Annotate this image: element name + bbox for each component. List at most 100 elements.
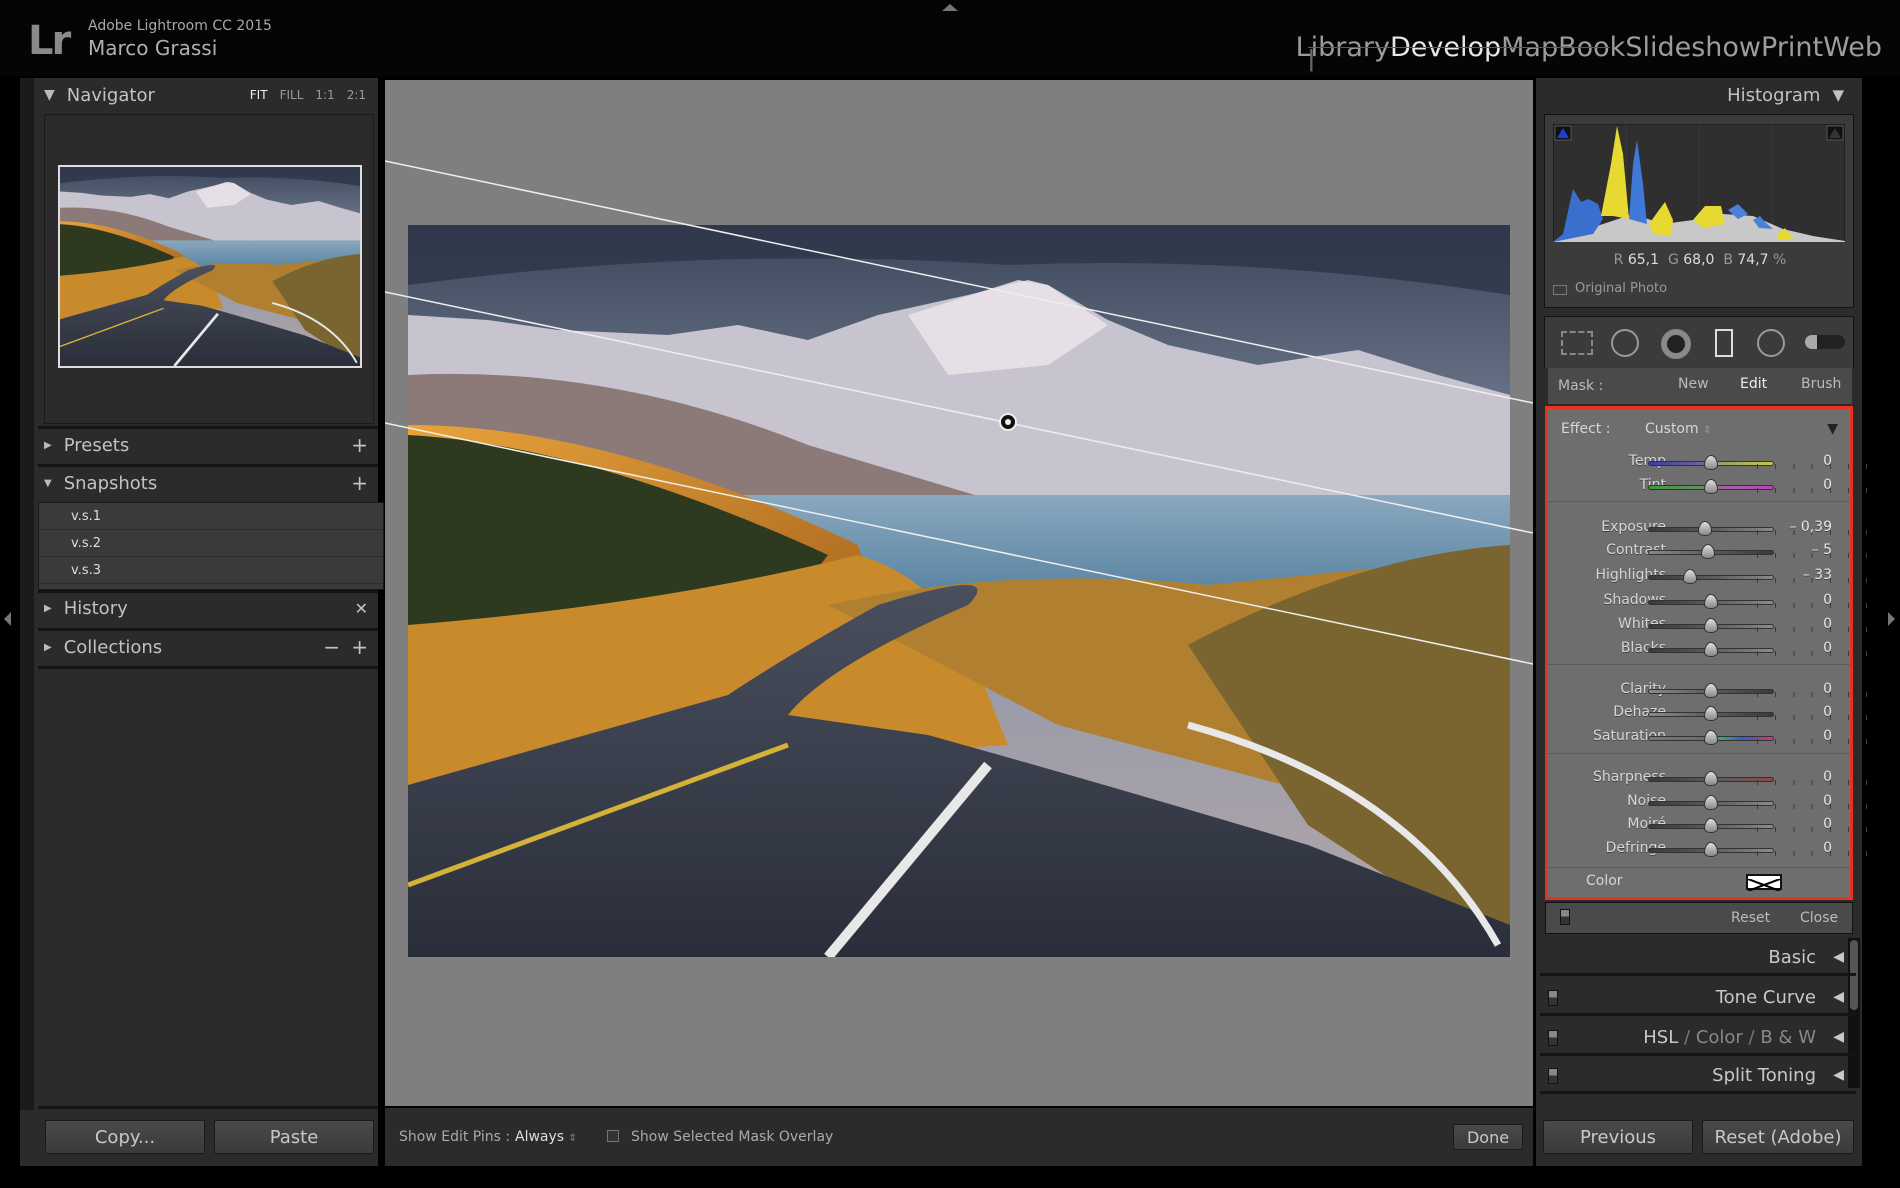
slider-track[interactable] [1648,575,1867,583]
module-print[interactable]: Print [1761,32,1823,63]
slider-value[interactable]: 0 [1823,477,1832,493]
show-edit-pins-label: Show Edit Pins : [399,1129,511,1145]
mask-brush-button[interactable]: Brush [1801,376,1841,392]
navigator-thumbnail[interactable] [58,165,362,368]
slider-value[interactable]: 0 [1823,728,1832,744]
zoom-option[interactable]: 1:1 [315,88,334,102]
show-edit-pins-select[interactable]: Always ⇕ [515,1129,577,1145]
slider-thumb[interactable] [1704,455,1718,470]
crop-tool-icon[interactable] [1561,331,1593,355]
expand-right-icon[interactable] [1888,612,1895,626]
done-button[interactable]: Done [1453,1124,1523,1150]
clear-history-icon[interactable]: ✕ [355,599,368,618]
reset-filter-button[interactable]: Reset [1731,910,1770,926]
slider-thumb[interactable] [1704,730,1718,745]
g-label: G [1667,252,1679,268]
b-label: B [1723,252,1733,268]
presets-header[interactable]: ▶ Presets + [44,428,374,462]
collapse-triangle-icon[interactable]: ▼ [1827,421,1838,437]
slider-thumb[interactable] [1704,683,1718,698]
expand-left-icon[interactable] [4,612,11,626]
tone-curve-section-header[interactable]: Tone Curve ◀ [1540,980,1856,1016]
adjustment-brush-icon[interactable] [1805,335,1845,349]
mask-edit-button[interactable]: Edit [1740,376,1767,392]
image-canvas[interactable] [385,80,1533,1106]
slider-thumb[interactable] [1704,771,1718,786]
slider-value[interactable]: 0 [1823,793,1832,809]
slider-thumb[interactable] [1704,842,1718,857]
slider-thumb[interactable] [1700,544,1715,559]
mask-new-button[interactable]: New [1678,376,1709,392]
slider-value[interactable]: 0 [1823,616,1832,632]
collapse-triangle-icon: ▼ [44,87,55,103]
color-swatch[interactable] [1746,874,1782,892]
slider-value[interactable]: – 0,39 [1789,519,1832,535]
add-snapshot-icon[interactable]: + [351,471,368,495]
collections-header[interactable]: ▶ Collections − + [44,630,374,664]
panel-toggle-switch[interactable] [1548,1068,1558,1084]
slider-value[interactable]: – 5 [1812,542,1832,558]
snapshot-item[interactable]: v.s.1 [39,503,383,530]
slider-thumb[interactable] [1704,818,1718,833]
slider-value[interactable]: 0 [1823,640,1832,656]
slider-thumb[interactable] [1704,642,1718,657]
original-photo-checkbox[interactable] [1553,285,1567,295]
zoom-option[interactable]: 2:1 [347,88,366,102]
slider-value[interactable]: 0 [1823,592,1832,608]
histogram-header[interactable]: Histogram ▼ [1727,78,1844,112]
effect-preset-select[interactable]: Custom ⇕ [1645,421,1711,437]
paste-button[interactable]: Paste [214,1120,374,1154]
slider-thumb[interactable] [1704,479,1718,494]
slider-thumb[interactable] [1704,706,1718,721]
panel-toggle-switch[interactable] [1548,1030,1558,1046]
spot-removal-icon[interactable] [1611,329,1639,357]
slider-value[interactable]: 0 [1823,769,1832,785]
color-tab[interactable]: Color [1696,1027,1743,1048]
add-preset-icon[interactable]: + [351,433,368,457]
add-collection-icon[interactable]: + [351,635,368,659]
split-toning-section-header[interactable]: Split Toning ◀ [1540,1058,1856,1094]
mask-label: Mask : [1558,378,1604,394]
close-filter-button[interactable]: Close [1800,910,1838,926]
slider-thumb[interactable] [1704,594,1718,609]
slider-value[interactable]: 0 [1823,453,1832,469]
slider-thumb[interactable] [1704,795,1718,810]
show-edit-pins-value: Always [515,1129,565,1145]
red-eye-icon[interactable] [1661,329,1691,359]
slider-value[interactable]: 0 [1823,704,1832,720]
snapshots-header[interactable]: ▼ Snapshots + [44,466,374,500]
panel-toggle-switch[interactable] [1560,909,1570,925]
slider-thumb[interactable] [1697,521,1712,536]
navigator-header[interactable]: ▼ Navigator FIT FILL 1:1 2:1 [44,78,374,112]
zoom-option[interactable]: FILL [280,88,304,102]
slider-thumb[interactable] [1683,569,1698,584]
hsl-tab[interactable]: HSL [1643,1027,1678,1048]
graduated-filter-icon[interactable] [1715,329,1733,357]
slider-value[interactable]: 0 [1823,816,1832,832]
module-slideshow[interactable]: Slideshow [1625,32,1761,63]
mask-overlay-checkbox[interactable] [607,1130,619,1142]
radial-filter-icon[interactable] [1757,329,1785,357]
zoom-option[interactable]: FIT [250,88,268,102]
snapshot-item[interactable]: v.s.2 [39,530,383,557]
hsl-section-header[interactable]: HSL / Color / B & W ◀ [1540,1020,1856,1056]
basic-section-header[interactable]: Basic ◀ [1540,940,1856,976]
copy-button[interactable]: Copy... [45,1120,205,1154]
collapse-top-icon[interactable] [942,4,958,11]
slider-value[interactable]: – 33 [1803,567,1832,583]
slider-value[interactable]: 0 [1823,681,1832,697]
remove-collection-icon[interactable]: − [323,635,340,659]
graduated-filter-effects-panel: Effect : Custom ⇕ ▼ Color Temp 0Tint 0 Ex… [1545,406,1867,900]
module-web[interactable]: Web [1823,32,1882,63]
panel-toggle-switch[interactable] [1548,990,1558,1006]
slider-tint: Tint 0 [1548,475,1867,497]
previous-button[interactable]: Previous [1543,1120,1693,1154]
graduated-filter-overlay[interactable] [385,80,1533,1106]
reset-adobe-button[interactable]: Reset (Adobe) [1702,1120,1854,1154]
history-header[interactable]: ▶ History ✕ [44,591,374,625]
histogram-graph[interactable] [1553,124,1845,242]
snapshot-item[interactable]: v.s.3 [39,557,383,584]
slider-value[interactable]: 0 [1823,840,1832,856]
bw-tab[interactable]: B & W [1760,1027,1816,1048]
slider-thumb[interactable] [1704,618,1718,633]
